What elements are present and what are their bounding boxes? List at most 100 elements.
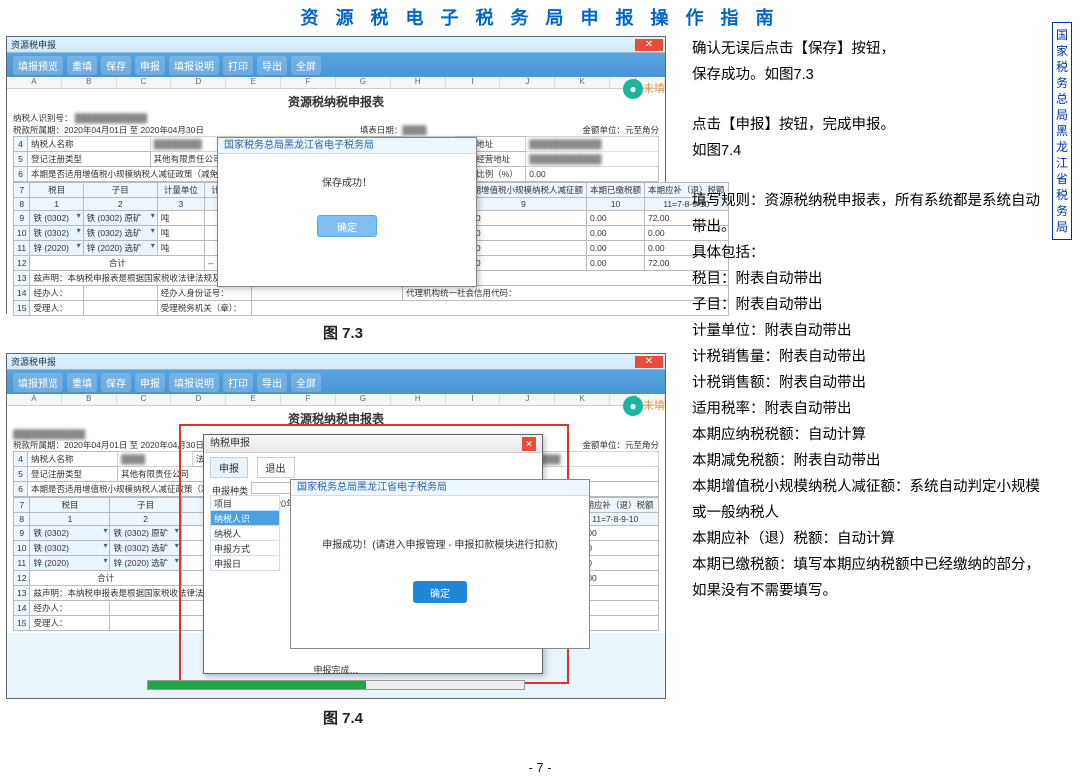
cell-n10[interactable]: 0.00 [587,241,645,256]
tb-submit[interactable]: 申报 [135,56,165,75]
tag-icon[interactable]: ● [623,396,643,416]
figures-column: 资源税申报 ✕ 填报预览 重填 保存 申报 填报说明 打印 导出 全屏 A B … [6,36,680,738]
total-label: 合计 [30,571,181,586]
colH: H [391,77,446,88]
close-icon[interactable]: ✕ [635,39,663,51]
tag-icon[interactable]: ● [623,79,643,99]
tb-print[interactable]: 打印 [223,56,253,75]
cell-a[interactable]: 铁 (0302) [30,526,110,541]
cell-b[interactable]: 铁 (0302) 原矿 [110,526,181,541]
taxpayer-id-row: 纳税人识别号： ████████████ [13,112,659,124]
h-sub: 子目 [83,183,157,198]
instr-line: 计税销售量：附表自动带出 [692,344,1047,370]
colD: D [171,77,226,88]
val-ratio: 0.00 [526,167,659,182]
submit-tab-exit[interactable]: 退出 [257,457,295,478]
cell-a[interactable]: 铁 (0302) [30,226,83,241]
col: D [171,394,226,405]
cell-b[interactable]: 锌 (2020) 选矿 [83,241,157,256]
tb-print[interactable]: 打印 [223,373,253,392]
popup-msg: 申报成功！(请进入申报管理 - 申报扣款模块进行扣款) [291,496,589,551]
col: H [391,394,446,405]
tot10: 0.00 [587,256,645,271]
colF: F [281,77,336,88]
instr-line: 点击【申报】按钮，完成申报。 [692,112,1047,138]
submit-side-list: 项目 纳税人识 纳税人 申报方式 申报日 [210,495,280,570]
tb-preview[interactable]: 填报预览 [13,373,63,392]
colG: G [336,77,391,88]
tb-help[interactable]: 填报说明 [169,56,219,75]
dialog-msg: 保存成功！ [218,154,476,209]
tb-export[interactable]: 导出 [257,373,287,392]
table-row: 14 经办人： 经办人身份证号： 代理机构统一社会信用代码： [14,286,729,301]
col: G [336,394,391,405]
cell-a[interactable]: 铁 (0302) [30,541,110,556]
excel-col-headers: ABCDEFGHIJKL [7,394,665,406]
status-badge: 未填 [643,80,665,96]
taxpayer-id-value: ████████████ [13,429,85,439]
fill-date: 填表日期：████ [313,124,473,136]
tb-save[interactable]: 保存 [101,373,131,392]
figure-7-3: 资源税申报 ✕ 填报预览 重填 保存 申报 填报说明 打印 导出 全屏 A B … [6,36,666,314]
figure-7-3-caption: 图 7.3 [6,318,680,353]
window-titlebar: 资源税申报 ✕ [7,354,665,370]
tb-help[interactable]: 填报说明 [169,373,219,392]
instr-line: 子目：附表自动带出 [692,292,1047,318]
idx10: 10 [587,198,645,211]
close-icon[interactable]: ✕ [635,356,663,368]
list-item[interactable]: 纳税人识 [210,510,280,526]
cell-n10[interactable]: 0.00 [587,211,645,226]
tb-export[interactable]: 导出 [257,56,287,75]
tb-fullscreen[interactable]: 全屏 [291,56,321,75]
table-row: 15 受理人： 受理税务机关（章）： [14,301,729,316]
cell-b[interactable]: 铁 (0302) 选矿 [83,226,157,241]
dialog-ok-button[interactable]: 确定 [317,215,377,237]
cell-b[interactable]: 铁 (0302) 原矿 [83,211,157,226]
cell-n10[interactable]: 0.00 [587,226,645,241]
org-sidebar: 国家税务总局黑龙江省税务局 [1052,22,1072,240]
tb-reset[interactable]: 重填 [67,56,97,75]
instr-line: 本期应补（退）税额：自动计算 [692,526,1047,552]
list-item[interactable]: 申报日 [210,555,280,571]
tb-submit[interactable]: 申报 [135,373,165,392]
cell-b[interactable]: 锌 (2020) 选矿 [110,556,181,571]
list-item[interactable]: 申报方式 [210,540,280,556]
tb-preview[interactable]: 填报预览 [13,56,63,75]
instr-line: 本期已缴税额：填写本期应纳税额中已经缴纳的部分，如果没有不需要填写。 [692,552,1047,604]
lbl-regtype: 登记注册类型 [28,467,118,482]
cell-a[interactable]: 锌 (2020) [30,241,83,256]
list-item[interactable]: 纳税人 [210,525,280,541]
tb-reset[interactable]: 重填 [67,373,97,392]
submit-tab-apply[interactable]: 申报 [210,457,248,478]
cell-b[interactable]: 铁 (0302) 选矿 [110,541,181,556]
instr-line: 确认无误后点击【保存】按钮， [692,36,1047,62]
taxpayer-id-label: 纳税人识别号： [13,113,73,123]
total-label: 合计 [30,256,204,271]
cell-a[interactable]: 锌 (2020) [30,556,110,571]
instr-line: 税目：附表自动带出 [692,266,1047,292]
lbl-name: 纳税人名称 [28,452,118,467]
sign-handler: 经办人： [30,286,83,301]
instr-line: 本期应纳税税额：自动计算 [692,422,1047,448]
col: B [62,394,117,405]
instr-line: 计税销售额：附表自动带出 [692,370,1047,396]
colJ: J [500,77,555,88]
col: C [117,394,172,405]
col: K [555,394,610,405]
app-toolbar: 填报预览 重填 保存 申报 填报说明 打印 导出 全屏 [7,53,665,77]
list-item[interactable]: 项目 [210,495,280,511]
popup-ok-button[interactable]: 确定 [413,581,467,603]
window-title: 资源税申报 [11,38,56,51]
colK: K [555,77,610,88]
save-success-dialog: 国家税务总局黑龙江省电子税务局 保存成功！ 确定 [217,137,477,287]
excel-col-headers: A B C D E F G H I J K L [7,77,665,89]
instr-line: 具体包括： [692,240,1047,266]
cell-a[interactable]: 铁 (0302) [30,211,83,226]
tb-save[interactable]: 保存 [101,56,131,75]
close-icon[interactable]: ✕ [522,437,536,451]
page-number: - 7 - [0,760,1080,775]
tb-fullscreen[interactable]: 全屏 [291,373,321,392]
agent-label: 代理机构统一社会信用代码： [402,286,728,301]
sign-id: 经办人身份证号： [157,286,251,301]
form-title: 资源税纳税申报表 [13,91,659,112]
